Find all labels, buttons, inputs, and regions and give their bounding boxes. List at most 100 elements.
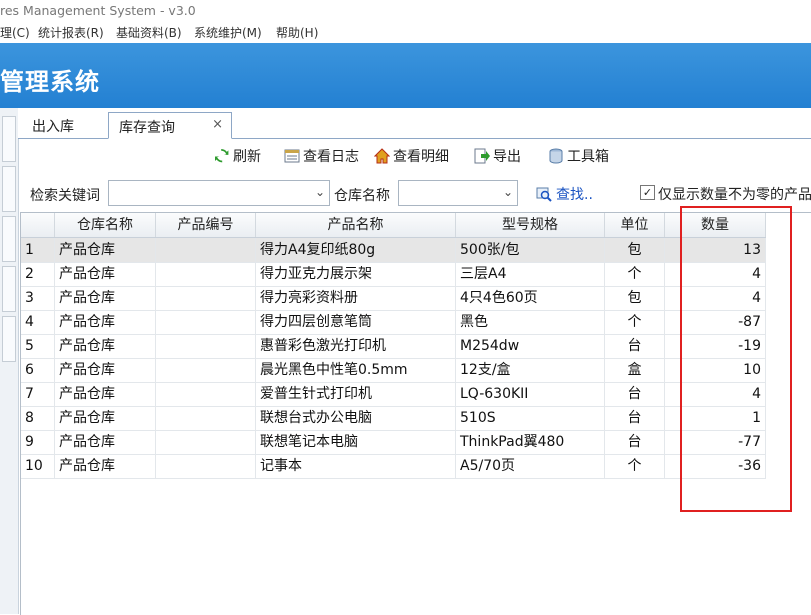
- cell-unit: 包: [605, 286, 665, 310]
- table-row[interactable]: 3 产品仓库 得力亮彩资料册 4只4色60页包 4: [21, 286, 766, 311]
- cell-unit: 包: [605, 238, 665, 262]
- tab-stock-in-out[interactable]: 出入库: [22, 112, 104, 137]
- menu-item-basic-data[interactable]: 基础资料(B): [116, 24, 182, 41]
- tab-label: 出入库: [32, 119, 74, 135]
- table-row[interactable]: 8 产品仓库 联想台式办公电脑 510S 台 1: [21, 406, 766, 431]
- close-icon[interactable]: ×: [212, 117, 223, 132]
- window-titlebar: res Management System - v3.0: [0, 0, 811, 22]
- database-icon: [549, 148, 563, 164]
- cell-warehouse: 产品仓库: [55, 310, 156, 334]
- warehouse-label: 仓库名称: [334, 188, 390, 204]
- cell-spec: 12支/盒: [456, 358, 605, 382]
- cell-product-name: 得力亚克力展示架: [256, 262, 456, 286]
- cell-warehouse: 产品仓库: [55, 406, 156, 430]
- tab-inventory-query[interactable]: 库存查询 ×: [108, 112, 232, 139]
- column-header-spec[interactable]: 型号规格: [456, 213, 605, 237]
- menu-item-help[interactable]: 帮助(H): [276, 24, 318, 41]
- export-icon: [474, 148, 490, 164]
- cell-quantity: -19: [665, 334, 766, 358]
- window-title: res Management System - v3.0: [0, 3, 196, 18]
- left-nav-button[interactable]: [2, 316, 16, 362]
- table-row[interactable]: 1 产品仓库 得力A4复印纸80g 500张/包包 13: [21, 238, 766, 263]
- cell-product-name: 联想笔记本电脑: [256, 430, 456, 454]
- cell-product-name: 爱普生针式打印机: [256, 382, 456, 406]
- cell-product-name: 惠普彩色激光打印机: [256, 334, 456, 358]
- cell-quantity: 10: [665, 358, 766, 382]
- toolbox-button[interactable]: 工具箱: [548, 146, 609, 166]
- refresh-button[interactable]: 刷新: [214, 146, 261, 166]
- cell-warehouse: 产品仓库: [55, 382, 156, 406]
- cell-unit: 台: [605, 382, 665, 406]
- table-row[interactable]: 4 产品仓库 得力四层创意笔筒 黑色个 -87: [21, 310, 766, 335]
- cell-product-name: 得力A4复印纸80g: [256, 238, 456, 262]
- table-row[interactable]: 10 产品仓库 记事本 A5/70页个 -36: [21, 454, 766, 479]
- cell-quantity: -87: [665, 310, 766, 334]
- export-button[interactable]: 导出: [474, 146, 521, 166]
- cell-index: 6: [21, 358, 55, 382]
- nonzero-checkbox[interactable]: ✓: [640, 185, 655, 200]
- menu-item-system-maintenance[interactable]: 系统维护(M): [194, 24, 262, 41]
- app-title: 管理系统: [0, 68, 100, 96]
- refresh-icon: [215, 149, 229, 163]
- column-header-index[interactable]: [21, 213, 55, 237]
- menu-item-manage[interactable]: 理(C): [0, 24, 30, 41]
- cell-warehouse: 产品仓库: [55, 334, 156, 358]
- warehouse-combobox[interactable]: ⌄: [398, 180, 518, 206]
- left-nav-button[interactable]: [2, 166, 16, 212]
- cell-product-name: 得力四层创意笔筒: [256, 310, 456, 334]
- column-header-quantity[interactable]: 数量: [665, 213, 766, 237]
- table-row[interactable]: 6 产品仓库 晨光黑色中性笔0.5mm 12支/盒盒 10: [21, 358, 766, 383]
- cell-index: 7: [21, 382, 55, 406]
- cell-product-code: [156, 262, 256, 286]
- cell-spec: 黑色: [456, 310, 605, 334]
- tab-label: 库存查询: [119, 120, 175, 136]
- view-log-button[interactable]: 查看日志: [284, 146, 359, 166]
- view-detail-button[interactable]: 查看明细: [374, 146, 449, 166]
- toolbox-label: 工具箱: [567, 149, 609, 165]
- view-detail-label: 查看明细: [393, 149, 449, 165]
- cell-index: 5: [21, 334, 55, 358]
- tab-strip: 出入库 库存查询 ×: [18, 108, 811, 139]
- cell-unit: 盒: [605, 358, 665, 382]
- cell-quantity: -77: [665, 430, 766, 454]
- table-header: 仓库名称 产品编号 产品名称 型号规格 单位 数量: [21, 213, 766, 238]
- cell-unit: 台: [605, 406, 665, 430]
- column-header-unit[interactable]: 单位: [605, 213, 665, 237]
- cell-product-name: 晨光黑色中性笔0.5mm: [256, 358, 456, 382]
- cell-index: 9: [21, 430, 55, 454]
- filter-bar: 检索关键词 ⌄ 仓库名称 ⌄ 查找.. ✓ 仅显示数量不为零的产品: [18, 178, 811, 208]
- left-nav-button[interactable]: [2, 116, 16, 162]
- chevron-down-icon[interactable]: ⌄: [503, 185, 513, 199]
- column-header-warehouse[interactable]: 仓库名称: [55, 213, 156, 237]
- cell-product-name: 记事本: [256, 454, 456, 478]
- cell-warehouse: 产品仓库: [55, 238, 156, 262]
- table-row[interactable]: 9 产品仓库 联想笔记本电脑 ThinkPad翼480 台 -77: [21, 430, 766, 455]
- find-button[interactable]: 查找..: [536, 184, 593, 204]
- cell-warehouse: 产品仓库: [55, 286, 156, 310]
- menu-item-reports[interactable]: 统计报表(R): [38, 24, 104, 41]
- chevron-down-icon[interactable]: ⌄: [315, 185, 325, 199]
- cell-index: 1: [21, 238, 55, 262]
- nonzero-label: 仅显示数量不为零的产品: [658, 187, 811, 203]
- column-header-product-code[interactable]: 产品编号: [156, 213, 256, 237]
- cell-product-code: [156, 430, 256, 454]
- cell-warehouse: 产品仓库: [55, 262, 156, 286]
- cell-product-code: [156, 382, 256, 406]
- cell-product-code: [156, 310, 256, 334]
- cell-quantity: 4: [665, 286, 766, 310]
- left-nav-button[interactable]: [2, 266, 16, 312]
- left-nav-button[interactable]: [2, 216, 16, 262]
- refresh-label: 刷新: [233, 149, 261, 165]
- table-row[interactable]: 5 产品仓库 惠普彩色激光打印机 M254dw 台 -19: [21, 334, 766, 359]
- cell-product-code: [156, 238, 256, 262]
- keyword-combobox[interactable]: ⌄: [108, 180, 330, 206]
- table-row[interactable]: 2 产品仓库 得力亚克力展示架 三层A4 个 4: [21, 262, 766, 287]
- view-log-label: 查看日志: [303, 149, 359, 165]
- cell-warehouse: 产品仓库: [55, 430, 156, 454]
- cell-spec: M254dw: [456, 334, 605, 358]
- find-icon: [536, 187, 552, 202]
- table-row[interactable]: 7 产品仓库 爱普生针式打印机 LQ-630KII 台 4: [21, 382, 766, 407]
- cell-unit: 个: [605, 262, 665, 286]
- cell-product-name: 得力亮彩资料册: [256, 286, 456, 310]
- column-header-product-name[interactable]: 产品名称: [256, 213, 456, 237]
